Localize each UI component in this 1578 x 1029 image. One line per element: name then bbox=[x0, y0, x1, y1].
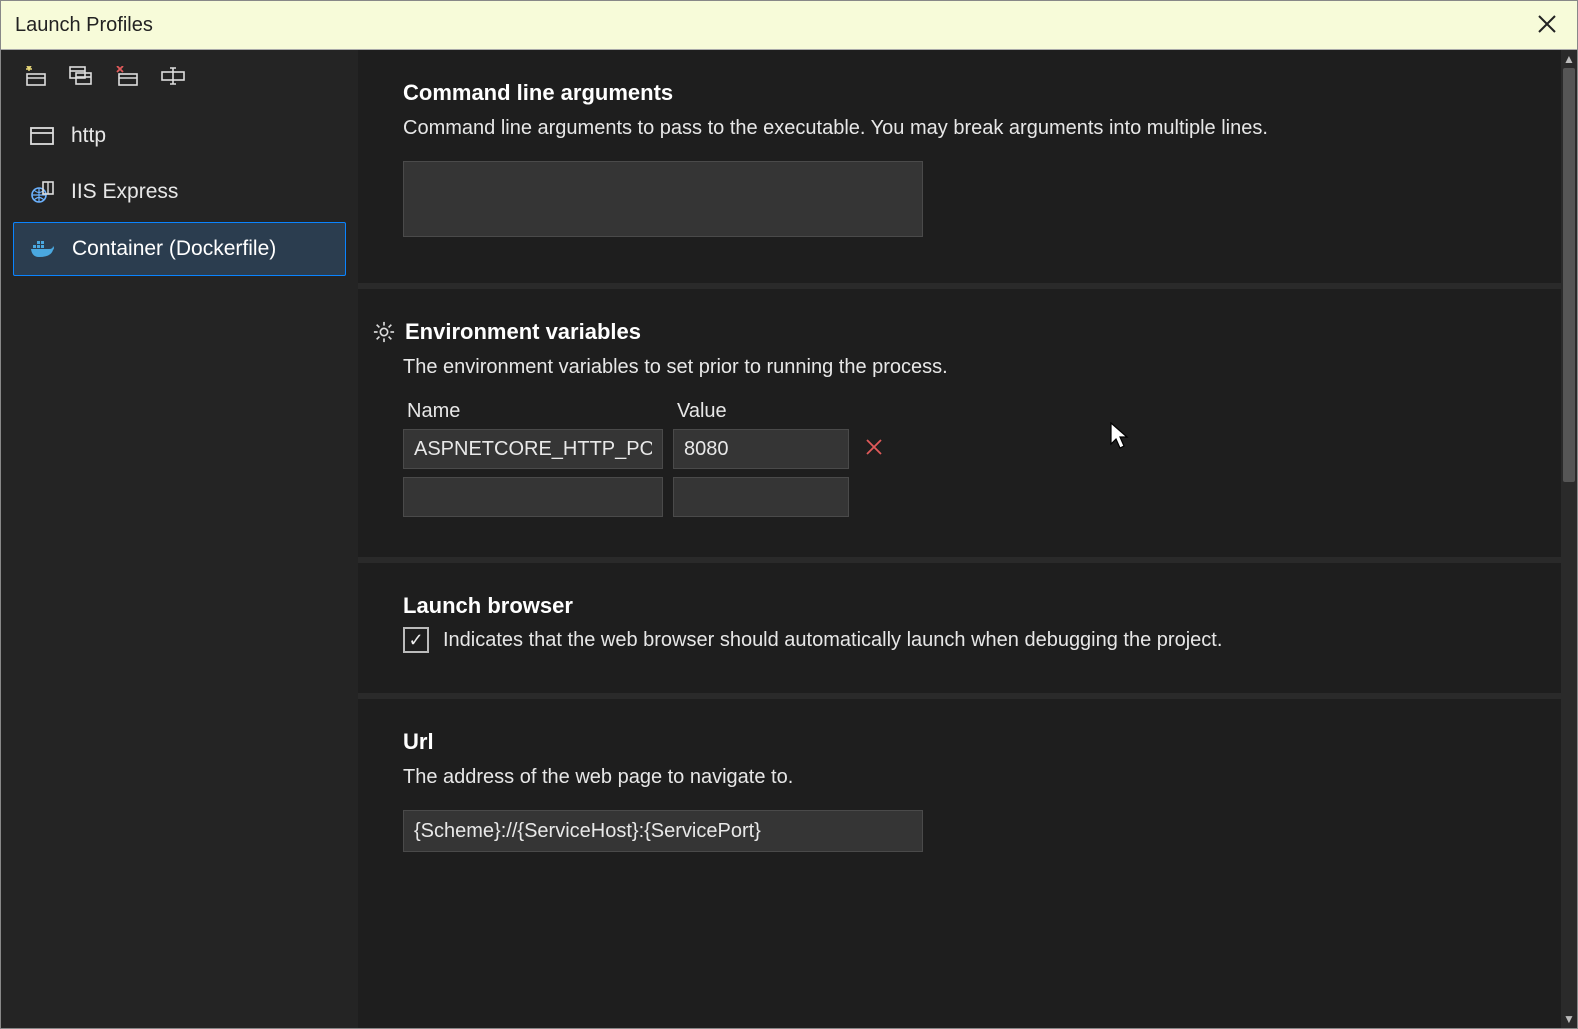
scrollbar-thumb[interactable] bbox=[1563, 68, 1575, 482]
profile-label: Container (Dockerfile) bbox=[72, 237, 276, 261]
profile-label: IIS Express bbox=[71, 180, 178, 204]
dialog-title: Launch Profiles bbox=[15, 14, 153, 37]
section-title: Url bbox=[403, 729, 1516, 755]
section-command-line: Command line arguments Command line argu… bbox=[358, 50, 1561, 289]
scrollbar-track[interactable] bbox=[1561, 68, 1577, 1010]
env-value-input[interactable] bbox=[673, 477, 849, 517]
url-input[interactable] bbox=[403, 810, 923, 852]
table-header: Name Value bbox=[403, 400, 1516, 423]
scroll-up-arrow[interactable]: ▲ bbox=[1561, 50, 1577, 68]
launch-profiles-dialog: Launch Profiles bbox=[0, 0, 1578, 1029]
scroll-down-arrow[interactable]: ▼ bbox=[1561, 1010, 1577, 1028]
titlebar: Launch Profiles bbox=[1, 1, 1577, 50]
profile-item-http[interactable]: http bbox=[13, 110, 346, 162]
section-title: Command line arguments bbox=[403, 80, 1516, 106]
vertical-scrollbar[interactable]: ▲ ▼ bbox=[1561, 50, 1577, 1028]
rename-profile-icon[interactable] bbox=[161, 64, 185, 88]
section-desc: The address of the web page to navigate … bbox=[403, 763, 1283, 792]
section-url: Url The address of the web page to navig… bbox=[358, 699, 1561, 892]
section-title: Environment variables bbox=[405, 319, 641, 345]
sidebar: http IIS Express bbox=[1, 50, 358, 1028]
delete-profile-icon[interactable] bbox=[115, 64, 139, 88]
section-title: Launch browser bbox=[403, 593, 1516, 619]
env-name-input[interactable] bbox=[403, 477, 663, 517]
section-launch-browser: Launch browser ✓ Indicates that the web … bbox=[358, 563, 1561, 699]
table-row bbox=[403, 477, 1516, 517]
profile-item-iis-express[interactable]: IIS Express bbox=[13, 166, 346, 218]
table-row bbox=[403, 429, 1516, 469]
delete-row-icon[interactable] bbox=[859, 435, 889, 463]
profile-label: http bbox=[71, 124, 106, 148]
profile-list: http IIS Express bbox=[13, 110, 346, 276]
column-header-name: Name bbox=[403, 400, 663, 423]
command-line-input[interactable] bbox=[403, 161, 923, 237]
section-desc: The environment variables to set prior t… bbox=[403, 353, 1283, 382]
env-name-input[interactable] bbox=[403, 429, 663, 469]
docker-icon bbox=[30, 239, 56, 259]
profile-item-container[interactable]: Container (Dockerfile) bbox=[13, 222, 346, 276]
env-var-table: Name Value bbox=[403, 400, 1516, 517]
launch-browser-checkbox-row: ✓ Indicates that the web browser should … bbox=[403, 627, 1516, 653]
gear-icon bbox=[373, 321, 395, 343]
section-environment-variables: Environment variables The environment va… bbox=[358, 289, 1561, 563]
duplicate-profile-icon[interactable] bbox=[69, 64, 93, 88]
settings-content: Command line arguments Command line argu… bbox=[358, 50, 1561, 1028]
main-panel: Command line arguments Command line argu… bbox=[358, 50, 1577, 1028]
close-button[interactable] bbox=[1531, 9, 1563, 41]
globe-icon bbox=[29, 180, 55, 204]
new-profile-icon[interactable] bbox=[23, 64, 47, 88]
env-value-input[interactable] bbox=[673, 429, 849, 469]
section-desc: Command line arguments to pass to the ex… bbox=[403, 114, 1283, 143]
sidebar-toolbar bbox=[13, 50, 346, 106]
launch-browser-checkbox[interactable]: ✓ bbox=[403, 627, 429, 653]
column-header-value: Value bbox=[673, 400, 849, 423]
window-icon bbox=[29, 127, 55, 145]
dialog-body: http IIS Express bbox=[1, 50, 1577, 1028]
checkbox-label: Indicates that the web browser should au… bbox=[443, 629, 1222, 652]
